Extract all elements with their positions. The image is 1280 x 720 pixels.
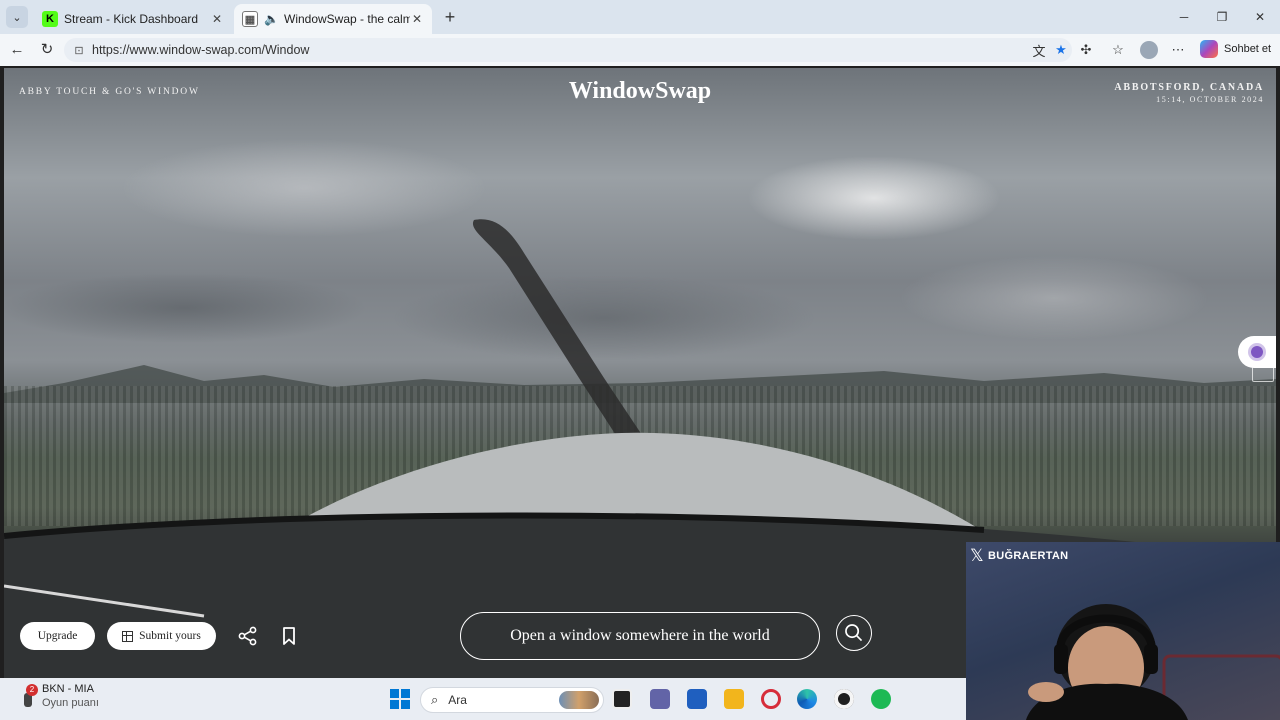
back-arrow-icon[interactable]: ← [6,40,28,60]
tab-close-icon[interactable]: ✕ [410,12,424,26]
speaker-icon[interactable]: 🔈 [264,12,279,26]
window-grid-icon [122,630,134,642]
tab-label: WindowSwap - the calmest p [284,12,410,26]
start-button[interactable] [390,689,410,709]
close-window-icon[interactable]: ✕ [1250,8,1270,26]
opera-icon[interactable] [761,689,781,709]
maximize-icon[interactable]: ❐ [1212,8,1232,26]
refresh-icon[interactable]: ↻ [36,40,58,60]
streamer-webcam: 𝕏 BUĞRAERTAN [966,542,1280,720]
more-options-icon[interactable]: ⋯ [1168,41,1188,59]
sports-widget-icon: 2 [20,684,38,707]
copilot-icon [1200,40,1218,58]
location-datetime: 15:14, October 2024 [1156,95,1264,104]
browser-tab-bar: ⌄ K Stream - Kick Dashboard ✕ ▦ 🔈 Window… [0,0,1280,34]
assistant-icon [1251,346,1263,358]
edge-icon[interactable] [797,689,817,709]
widgets-button[interactable]: 2 BKN - MIA Oyun puanı [20,683,99,709]
tab-actions-menu-button[interactable]: ⌄ [6,6,28,28]
obs-icon[interactable] [834,689,854,709]
streamer-figure [1026,604,1280,720]
notification-badge: 2 [26,684,38,696]
search-icon[interactable] [836,615,872,651]
translate-icon[interactable]: 文 [1028,41,1050,60]
open-window-search-button[interactable]: Open a window somewhere in the world [460,612,820,660]
streamer-handle: 𝕏 BUĞRAERTAN [970,546,1068,566]
kick-favicon-icon: K [42,11,58,27]
tab-kick-dashboard[interactable]: K Stream - Kick Dashboard ✕ [34,4,232,34]
address-bar[interactable]: ⊡ https://www.window-swap.com/Window 文 ★ [64,38,1072,62]
favorite-star-icon[interactable]: ★ [1050,42,1072,58]
browser-nav-bar: ← ↻ ⊡ https://www.window-swap.com/Window… [0,34,1280,66]
windowswap-logo[interactable]: WindowSwap [504,78,776,105]
window-location: Abbotsford, Canada 15:14, October 2024 [1114,82,1264,104]
profile-avatar[interactable] [1140,41,1158,59]
image-icon[interactable] [1252,366,1274,382]
upgrade-button[interactable]: Upgrade [20,622,95,650]
site-info-icon[interactable]: ⊡ [72,44,86,57]
windowswap-favicon-icon: ▦ [242,11,258,27]
handle-text: BUĞRAERTAN [988,550,1069,562]
assistant-side-button[interactable] [1238,336,1276,368]
copilot-label: Sohbet et [1224,43,1272,55]
spotify-icon[interactable] [871,689,891,709]
submit-label: Submit yours [139,630,201,642]
new-tab-button[interactable]: + [440,7,460,27]
file-explorer-icon[interactable] [724,689,744,709]
search-icon: ⌕ [431,692,439,707]
chevron-down-icon: ⌄ [12,11,22,24]
microsoft-store-icon[interactable] [687,689,707,709]
share-icon[interactable] [236,624,260,648]
search-highlight-image [559,691,599,709]
taskbar-search-box[interactable]: ⌕ Ara [420,687,604,713]
copilot-button[interactable]: Sohbet et [1200,40,1271,58]
tab-windowswap[interactable]: ▦ 🔈 WindowSwap - the calmest p ✕ [234,4,432,34]
extensions-icon[interactable]: ✣ [1076,41,1096,59]
widget-title: BKN - MIA [42,683,94,695]
task-view-icon[interactable] [612,689,632,709]
teams-icon[interactable] [650,689,670,709]
bookmark-icon[interactable] [277,624,301,648]
widget-subtitle: Oyun puanı [42,697,99,709]
tab-close-icon[interactable]: ✕ [210,12,224,26]
search-placeholder: Ara [448,693,467,707]
windows-taskbar: 2 BKN - MIA Oyun puanı ⌕ Ara [0,678,966,720]
window-owner-label: Abby Touch & Go's Window [19,87,200,97]
url-text[interactable]: https://www.window-swap.com/Window [92,43,1028,57]
location-name: Abbotsford, Canada [1114,82,1264,93]
x-logo-icon: 𝕏 [970,546,984,565]
minimize-icon[interactable]: ─ [1174,8,1194,26]
favorites-icon[interactable]: ☆ [1108,41,1128,59]
submit-yours-button[interactable]: Submit yours [107,622,216,650]
tab-label: Stream - Kick Dashboard [64,12,199,26]
